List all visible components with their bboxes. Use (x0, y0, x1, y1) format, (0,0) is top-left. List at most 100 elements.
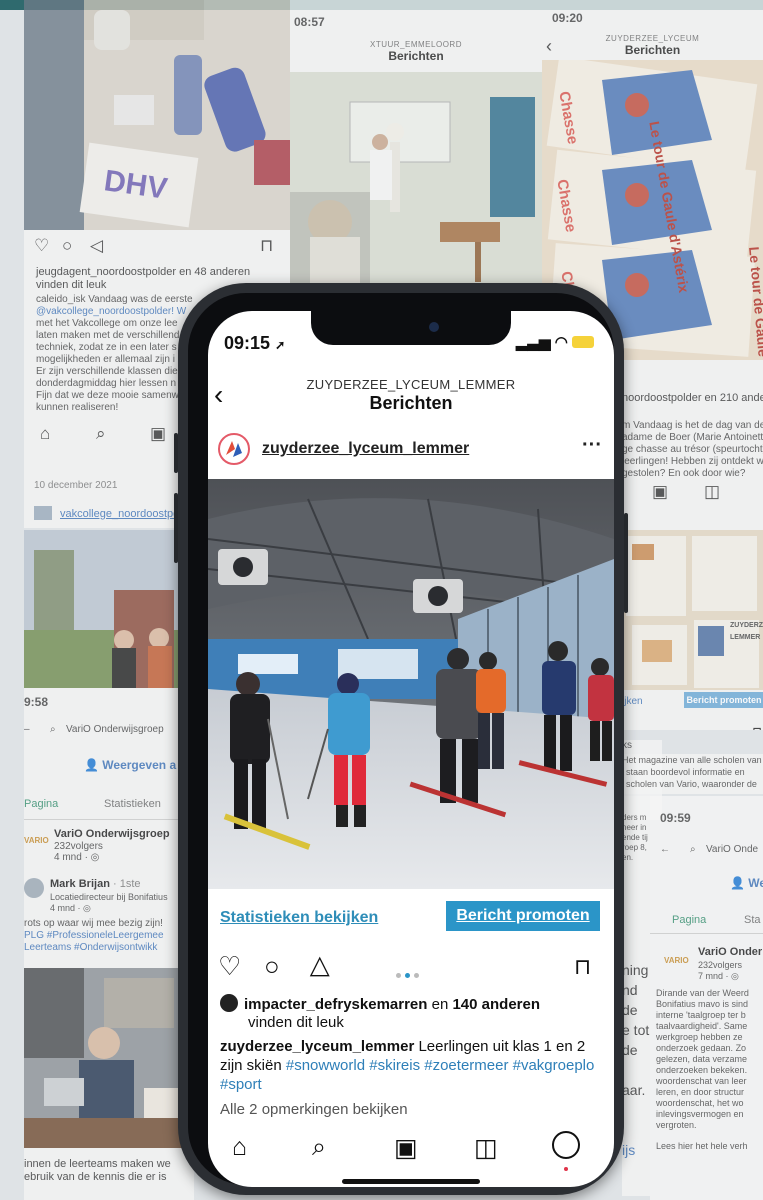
person-icon: 👤 (84, 758, 99, 772)
bg-rb-read-more[interactable]: Lees hier het hele verh (656, 1141, 763, 1152)
signal-icon: ▂▃▅ (515, 334, 551, 351)
phone-bezel: 09:15 ➚ ▂▃▅ ◠ ‹ ZUYDERZEE_LYCEUM_LEMMER … (188, 293, 614, 1187)
likes-mid: en (427, 996, 453, 1013)
likes-count[interactable]: 140 anderen (452, 996, 540, 1013)
search-icon: ⌕ (690, 844, 696, 855)
bg-right-sub: ZUYDERZEE_LYCEUM (605, 34, 700, 43)
bg-rb-body-line: interne 'taalgroep ter b (656, 1010, 746, 1020)
likes-account[interactable]: impacter_defryskemarren (244, 996, 427, 1013)
bg-photo-meeting (24, 968, 194, 1148)
caption-username[interactable]: zuyderzee_lyceum_lemmer (220, 1038, 414, 1055)
back-icon[interactable]: – (24, 724, 30, 736)
bg-lb-view-button[interactable]: 👤 Weergeven a (84, 758, 176, 772)
bg-magazine-line: staan boordevol informatie en (626, 767, 745, 777)
reels-icon[interactable]: ▣ (394, 1133, 418, 1163)
home-indicator[interactable] (342, 1179, 480, 1184)
tab-page[interactable]: Pagina (672, 914, 706, 926)
tab-page[interactable]: Pagina (24, 798, 58, 810)
bg-lb-bottom-text: innen de leerteams maken we ebruik van d… (24, 1158, 194, 1184)
bookmark-icon[interactable]: ⊓ (574, 954, 591, 980)
home-icon[interactable]: ⌂ (232, 1133, 247, 1162)
bg-right-caption-line: adame de Boer (Marie Antoinette (622, 432, 763, 443)
bg-lb-org-time: 4 mnd · ◎ (54, 852, 100, 863)
promote-post-button[interactable]: Bericht promoten (446, 901, 600, 931)
tab-stats[interactable]: Sta (744, 914, 761, 926)
bg-rb-view-label: We (748, 876, 763, 890)
search-icon: ⌕ (96, 424, 106, 443)
phone-side-button (624, 513, 628, 613)
bg-rb-view-button[interactable]: 👤 We (730, 876, 763, 890)
vario-logo: VARIO (664, 956, 689, 965)
bg-rb-tabs: Pagina Sta (650, 912, 763, 934)
bg-lb-person-time: 4 mnd · ◎ (50, 903, 91, 913)
share-send-icon[interactable]: ▷ (303, 957, 334, 977)
bg-photo-classroom (290, 72, 542, 290)
bg-lb-bottom-line: ebruik van de kennis die er is (24, 1171, 167, 1183)
bg-rb-body-line: onderzoek gedaan. Zo (656, 1043, 747, 1053)
page-title: Berichten (369, 393, 453, 413)
phone-side-button (174, 493, 178, 563)
profile-avatar-icon[interactable] (552, 1131, 580, 1159)
bg-lb-post-line: PLG #ProfessioneleLeergemee (24, 930, 164, 941)
bg-rb-body-line: leren, en door structur (656, 1087, 745, 1097)
bg-lb-post: rots op waar wij mee bezig zijn! PLG #Pr… (24, 918, 194, 954)
battery-icon (572, 336, 594, 348)
bg-lb-post-line: rots op waar wij mee bezig zijn! (24, 918, 163, 929)
bg-rb-org-time: 7 mnd · ◎ (698, 971, 739, 981)
bg-rb-body: Dirande van der Weerd Bonifatius mavo is… (656, 988, 763, 1152)
bg-rb-body-line: woordenschat van leer (656, 1076, 747, 1086)
view-insights-link[interactable]: Statistieken bekijken (220, 909, 378, 927)
bg-lb-org-name: VariO Onderwijsgroep (54, 828, 170, 840)
bg-mid-sub: XTUUR_EMMELOORD (370, 40, 462, 49)
bg-photo-crafts: DHV (24, 0, 290, 230)
shop-bag-icon[interactable]: ◫ (474, 1133, 498, 1163)
bg-right-caption-line: ge chasse au trésor (speurtocht) (622, 444, 763, 455)
bg-lb-search-text: VariO Onderwijsgroep (66, 724, 164, 735)
bg-lb-person-name: Mark Brijan (50, 878, 110, 890)
post-cta-row: Statistieken bekijken Bericht promoten (208, 889, 614, 945)
bookmark-icon: ⊓ (752, 724, 762, 730)
status-time: 09:15 ➚ (224, 333, 285, 354)
status-icons: ▂▃▅ ◠ (516, 333, 594, 351)
bg-rb-body-line: Bonifatius mavo is sind (656, 999, 749, 1009)
bg-linkedin-left: 9:58 – ⌕ VariO Onderwijsgroep 👤 Weergeve… (24, 688, 194, 1200)
profile-notification-dot (564, 1167, 568, 1171)
shop-icon: ◫ (704, 482, 721, 501)
bg-right-title: Berichten (624, 43, 681, 57)
more-options-button[interactable]: ··· (582, 434, 602, 457)
bg-right-promote[interactable]: Bericht promoten (684, 692, 763, 708)
bg-lb-view-button-label: Weergeven a (102, 758, 177, 772)
bg-magazine-text: ks (622, 740, 662, 752)
bg-right-header: ZUYDERZEE_LYCEUM Berichten (542, 34, 763, 57)
search-icon[interactable]: ⌕ (312, 1133, 326, 1162)
view-comments-link[interactable]: Alle 2 opmerkingen bekijken (220, 1101, 408, 1118)
bg-right-caption: m Vandaag is het de dag van de adame de … (622, 420, 763, 480)
post-actions-row: ♡ ○ ▷ ⊓ (218, 951, 604, 985)
bg-linkedin-right: 09:59 ← ⌕ VariO Onde 👤 We Pagina Sta VAR… (650, 796, 763, 1200)
bg-frag-ning: de (622, 1042, 638, 1058)
home-icon: ⌂ (40, 424, 51, 443)
like-heart-icon[interactable]: ♡ (218, 951, 241, 982)
likes-summary: impacter_defryskemarren en 140 anderen v… (220, 994, 608, 1032)
bg-post-left-date: 10 december 2021 vakcollege_noordoostpol (24, 470, 190, 528)
reels-icon: ▣ (150, 424, 167, 443)
back-arrow-icon[interactable]: ← (660, 844, 670, 856)
account-avatar[interactable] (218, 433, 250, 465)
bg-magazine-line: Het magazine van alle scholen van (622, 755, 762, 765)
school-logo-icon (226, 441, 242, 457)
reels-icon: ▣ (652, 482, 669, 501)
bg-rb-search[interactable]: ← ⌕ VariO Onde (660, 842, 763, 862)
crafts-photo-illustration: DHV (24, 0, 290, 230)
phone-side-button (174, 433, 178, 473)
bg-lb-search[interactable]: – ⌕ VariO Onderwijsgroep (24, 722, 194, 742)
comment-icon[interactable]: ○ (264, 951, 280, 982)
send-icon: ◁ (90, 236, 104, 255)
phone-notch (311, 311, 511, 345)
bg-frag-ning: de (622, 1002, 638, 1018)
bg-rb-body-line: inlevingsvermogen en (656, 1109, 744, 1119)
bg-rb-body-line: taalvaardigheid'. Same (656, 1021, 748, 1031)
post-photo[interactable] (208, 479, 614, 889)
heart-icon: ♡ (34, 236, 50, 255)
account-name-link[interactable]: zuyderzee_lyceum_lemmer (262, 440, 469, 458)
tab-stats[interactable]: Statistieken (104, 798, 161, 810)
